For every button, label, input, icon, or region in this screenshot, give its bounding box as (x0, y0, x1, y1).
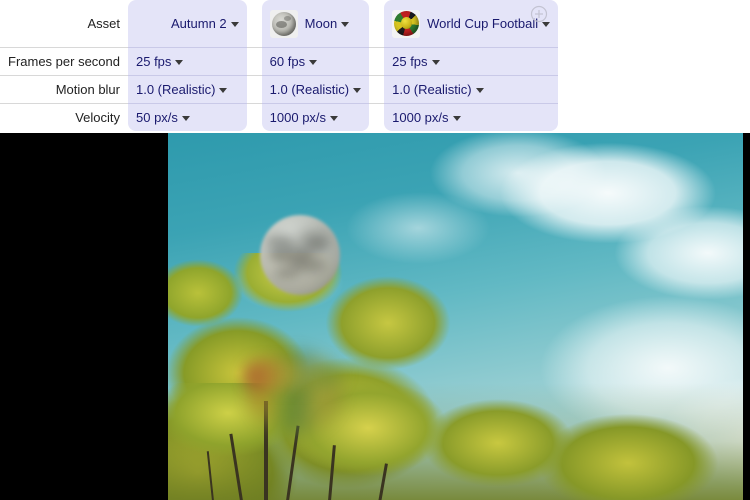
motion-blur-value-0: 1.0 (Realistic) (136, 82, 216, 97)
column-gap-1 (369, 103, 385, 131)
caret-down-icon[interactable] (230, 22, 239, 27)
caret-down-icon[interactable] (475, 88, 484, 93)
velocity-cell-0[interactable]: 50 px/s (128, 103, 247, 131)
velocity-value-2: 1000 px/s (392, 110, 449, 125)
asset-cell-1[interactable]: Moon (261, 0, 370, 48)
velocity-cell-1[interactable]: 1000 px/s (261, 103, 370, 131)
column-gap-0 (246, 75, 262, 104)
moon-sprite[interactable] (260, 215, 340, 295)
preview-image (168, 133, 743, 500)
column-gap-1 (369, 75, 385, 104)
asset-config-panel: Asset Autumn 2 Moon World Cup Football F… (0, 0, 750, 133)
caret-down-icon[interactable] (219, 88, 228, 93)
asset-name-0: Autumn 2 (171, 16, 227, 31)
caret-down-icon[interactable] (309, 60, 318, 65)
circle-plus-icon (530, 5, 548, 23)
table-row-asset: Asset Autumn 2 Moon World Cup Football (0, 0, 559, 48)
row-label-motion-blur: Motion blur (0, 75, 128, 104)
fps-value-2: 25 fps (392, 54, 428, 69)
asset-config-table: Asset Autumn 2 Moon World Cup Football F… (0, 0, 559, 131)
table-row-fps: Frames per second 25 fps 60 fps 25 fps (0, 47, 559, 76)
football-thumbnail (392, 9, 421, 38)
motion-blur-cell-1[interactable]: 1.0 (Realistic) (261, 75, 370, 104)
velocity-value-0: 50 px/s (136, 110, 178, 125)
caret-down-icon[interactable] (330, 116, 339, 121)
add-asset-button[interactable] (530, 5, 548, 23)
fps-value-0: 25 fps (136, 54, 172, 69)
asset-name-2: World Cup Football (427, 16, 539, 31)
velocity-cell-2[interactable]: 1000 px/s (384, 103, 559, 131)
fps-cell-2[interactable]: 25 fps (384, 47, 559, 76)
fps-cell-1[interactable]: 60 fps (261, 47, 370, 76)
caret-down-icon[interactable] (452, 116, 461, 121)
caret-down-icon[interactable] (353, 88, 362, 93)
animation-stage[interactable] (0, 133, 750, 500)
motion-blur-cell-2[interactable]: 1.0 (Realistic) (384, 75, 559, 104)
motion-blur-value-2: 1.0 (Realistic) (392, 82, 472, 97)
asset-name-1: Moon (304, 16, 338, 31)
fps-value-1: 60 fps (269, 54, 306, 69)
row-label-fps: Frames per second (0, 47, 128, 76)
motion-blur-value-1: 1.0 (Realistic) (269, 82, 350, 97)
velocity-value-1: 1000 px/s (269, 110, 327, 125)
table-row-velocity: Velocity 50 px/s 1000 px/s 1000 px/s (0, 103, 559, 131)
row-label-velocity: Velocity (0, 103, 128, 131)
caret-down-icon[interactable] (431, 60, 440, 65)
column-gap-1 (369, 0, 385, 48)
column-gap-0 (246, 47, 262, 76)
football-motion-streak (244, 361, 348, 389)
row-label-asset: Asset (0, 0, 128, 48)
table-row-motion-blur: Motion blur 1.0 (Realistic) 1.0 (Realist… (0, 75, 559, 104)
caret-down-icon[interactable] (175, 60, 184, 65)
motion-blur-cell-0[interactable]: 1.0 (Realistic) (128, 75, 247, 104)
fps-cell-0[interactable]: 25 fps (128, 47, 247, 76)
column-gap-0 (246, 103, 262, 131)
column-gap-0 (246, 0, 262, 48)
moon-thumbnail (269, 9, 298, 38)
autumn-landscape-thumbnail (136, 10, 164, 38)
asset-cell-0[interactable]: Autumn 2 (128, 0, 247, 48)
column-gap-1 (369, 47, 385, 76)
caret-down-icon[interactable] (181, 116, 190, 121)
caret-down-icon[interactable] (341, 22, 350, 27)
